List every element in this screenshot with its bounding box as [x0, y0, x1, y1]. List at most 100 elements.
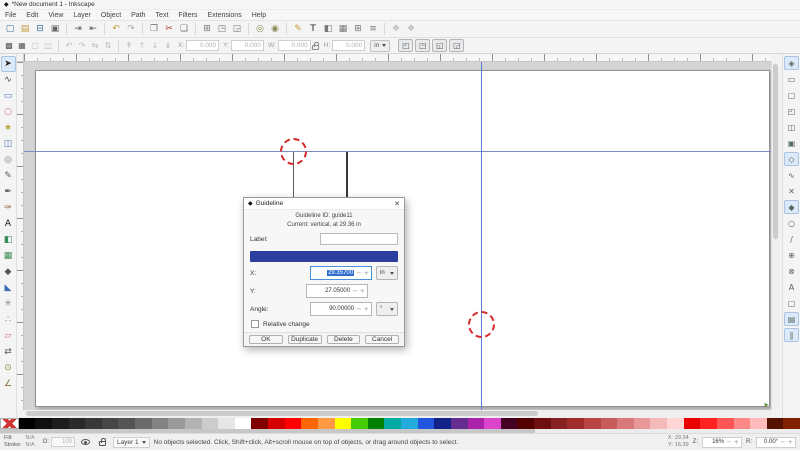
connector-tool-icon[interactable]: ⇄ — [1, 344, 16, 360]
palette-swatch[interactable] — [617, 418, 634, 429]
spin-increase-icon[interactable]: + — [360, 288, 365, 295]
opacity-input[interactable]: 100 — [51, 437, 75, 447]
snap-guides-icon[interactable]: ∥ — [784, 328, 799, 342]
fill-stroke-dialog-icon[interactable]: ◧ — [321, 22, 335, 36]
palette-swatch[interactable] — [118, 418, 135, 429]
horizontal-scrollbar[interactable] — [24, 410, 771, 418]
palette-swatch[interactable] — [717, 418, 734, 429]
palette-none-swatch[interactable] — [0, 418, 19, 429]
lower-icon[interactable]: ↓ — [149, 40, 161, 52]
spin-increase-icon[interactable]: + — [364, 270, 369, 277]
close-icon[interactable]: ✕ — [394, 200, 400, 208]
palette-swatch[interactable] — [318, 418, 335, 429]
palette-swatch[interactable] — [351, 418, 368, 429]
dropper-tool-icon[interactable]: ◆ — [1, 264, 16, 280]
spin-decrease-icon[interactable]: − — [352, 288, 357, 295]
select-same-icon[interactable]: ◫ — [42, 40, 54, 52]
palette-swatch[interactable] — [650, 418, 667, 429]
h-input[interactable]: 0.000 — [332, 40, 365, 51]
snap-bbox-edge-midpoints-icon[interactable]: ◫ — [784, 120, 799, 134]
undo-icon[interactable]: ↶ — [109, 22, 123, 36]
menu-extensions[interactable]: Extensions — [202, 12, 246, 19]
palette-swatch[interactable] — [684, 418, 701, 429]
delete-button[interactable]: Delete — [327, 335, 361, 344]
menu-object[interactable]: Object — [96, 12, 126, 19]
menu-layer[interactable]: Layer — [68, 12, 96, 19]
x-spinbox[interactable]: 29.35700 − + — [310, 266, 372, 280]
scale-corners-toggle-icon[interactable]: ◳ — [415, 39, 430, 52]
palette-swatch[interactable] — [384, 418, 401, 429]
snap-grid-icon[interactable]: ▤ — [784, 312, 799, 326]
layer-visibility-toggle[interactable] — [79, 436, 92, 448]
ungroup-objects-icon[interactable]: ❖ — [404, 22, 418, 36]
palette-swatch[interactable] — [517, 418, 534, 429]
menu-text[interactable]: Text — [151, 12, 174, 19]
selector-tool-icon[interactable]: ➤ — [1, 56, 16, 72]
unlink-clone-icon[interactable]: ◲ — [230, 22, 244, 36]
palette-swatch[interactable] — [202, 418, 219, 429]
document-properties-icon[interactable]: ▦ — [336, 22, 350, 36]
snap-bbox-edges-icon[interactable]: ▢ — [784, 88, 799, 102]
palette-swatch[interactable] — [484, 418, 501, 429]
palette-swatch[interactable] — [783, 418, 800, 429]
palette-swatch[interactable] — [368, 418, 385, 429]
vertical-scrollbar-thumb[interactable] — [773, 64, 778, 239]
print-icon[interactable]: ▣ — [48, 22, 62, 36]
vertical-ruler[interactable] — [17, 62, 24, 410]
palette-swatch[interactable] — [102, 418, 119, 429]
import-icon[interactable]: ⇥ — [71, 22, 85, 36]
export-icon[interactable]: ⇤ — [86, 22, 100, 36]
spin-decrease-icon[interactable]: − — [780, 439, 785, 446]
star-tool-icon[interactable]: ★ — [1, 120, 16, 136]
y-spinbox[interactable]: 27.05000 − + — [306, 284, 368, 298]
palette-swatch[interactable] — [301, 418, 318, 429]
palette-swatch[interactable] — [734, 418, 751, 429]
palette-swatch[interactable] — [418, 418, 435, 429]
gradient-tool-icon[interactable]: ◧ — [1, 232, 16, 248]
rotate-cw-icon[interactable]: ↷ — [76, 40, 88, 52]
snap-bbox-corners-icon[interactable]: ◰ — [784, 104, 799, 118]
snap-page-border-icon[interactable]: ▢ — [784, 296, 799, 310]
select-all-layers-icon[interactable]: ▦ — [16, 40, 28, 52]
fill-stroke-indicator[interactable]: Fill: N/A Stroke: N/A — [4, 435, 35, 449]
snap-bbox-centers-icon[interactable]: ▣ — [784, 136, 799, 150]
palette-swatch[interactable] — [135, 418, 152, 429]
align-distribute-icon[interactable]: ⊞ — [351, 22, 365, 36]
horizontal-guide[interactable] — [24, 151, 771, 152]
snap-path-icon[interactable]: ∿ — [784, 168, 799, 182]
cut-icon[interactable]: ✂ — [162, 22, 176, 36]
snap-rotation-centers-icon[interactable]: ⊗ — [784, 264, 799, 278]
palette-swatch[interactable] — [218, 418, 235, 429]
raise-icon[interactable]: ↑ — [136, 40, 148, 52]
menu-filters[interactable]: Filters — [173, 12, 202, 19]
scale-stroke-toggle-icon[interactable]: ◰ — [398, 39, 413, 52]
spray-tool-icon[interactable]: ∴ — [1, 312, 16, 328]
snap-nodes-icon[interactable]: ◇ — [784, 152, 799, 166]
spin-increase-icon[interactable]: + — [734, 439, 739, 446]
spin-decrease-icon[interactable]: − — [726, 439, 731, 446]
zoom-tool-icon[interactable]: ⊙ — [1, 360, 16, 376]
palette-swatch[interactable] — [567, 418, 584, 429]
clone-icon[interactable]: ◳ — [215, 22, 229, 36]
layer-lock-toggle[interactable] — [96, 436, 109, 448]
horizontal-scrollbar-thumb[interactable] — [26, 411, 538, 416]
spin-decrease-icon[interactable]: − — [356, 270, 361, 277]
palette-swatch[interactable] — [700, 418, 717, 429]
palette-swatch[interactable] — [667, 418, 684, 429]
vertical-scrollbar[interactable] — [771, 62, 779, 410]
vertical-guide[interactable] — [481, 62, 482, 410]
x-unit-dropdown[interactable]: in — [376, 266, 398, 280]
scale-gradient-toggle-icon[interactable]: ◱ — [432, 39, 447, 52]
palette-swatch[interactable] — [285, 418, 302, 429]
snap-path-intersections-icon[interactable]: ✕ — [784, 184, 799, 198]
palette-swatch[interactable] — [634, 418, 651, 429]
spin-increase-icon[interactable]: + — [364, 306, 369, 313]
save-document-icon[interactable]: ⊟ — [33, 22, 47, 36]
relative-change-checkbox[interactable] — [251, 320, 259, 328]
palette-swatch[interactable] — [551, 418, 568, 429]
flip-horizontal-icon[interactable]: ⇆ — [89, 40, 101, 52]
palette-swatch[interactable] — [584, 418, 601, 429]
palette-swatch[interactable] — [601, 418, 618, 429]
palette-swatch[interactable] — [268, 418, 285, 429]
text-dialog-icon[interactable]: T — [306, 22, 320, 36]
